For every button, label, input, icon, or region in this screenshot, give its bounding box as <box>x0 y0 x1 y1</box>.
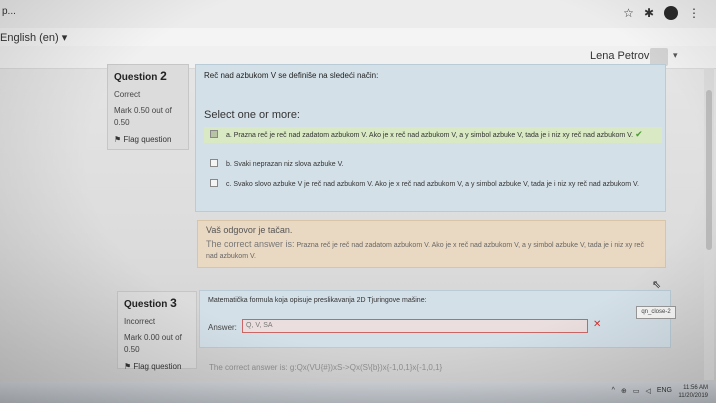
browser-tab-fragment[interactable]: p... <box>2 6 16 17</box>
question3-mark: Mark 0.00 out of 0.50 <box>124 333 182 354</box>
question2-info: Question 2 Correct Mark 0.50 out of 0.50 … <box>107 64 189 150</box>
question2-title: Question 2 <box>114 69 167 83</box>
option-c-text: Svako slovo azbuke V je reč nad azbukom … <box>233 181 639 188</box>
option-b-text: Svaki neprazan niz slova azbuke V. <box>233 161 344 168</box>
flag-icon: ⚑ <box>114 135 122 144</box>
option-b-checkbox[interactable] <box>210 159 218 167</box>
question2-prompt: Select one or more: <box>204 109 300 121</box>
browser-icons: ☆ ✱ ⋮ <box>623 6 700 20</box>
question3-info: Question 3 Incorrect Mark 0.00 out of 0.5… <box>117 291 197 371</box>
taskbar: ^ ⊕ ▭ ◁ ENG 11:56 AM 11/20/2019 <box>0 382 716 403</box>
question2-feedback: Vaš odgovor je tačan. The correct answer… <box>197 220 666 268</box>
answer-input[interactable]: Q, V, SA <box>242 319 588 333</box>
tray-arrow-icon[interactable]: ^ <box>612 387 615 395</box>
clock-date: 11/20/2019 <box>678 393 708 399</box>
site-navbar: English (en) ▾ <box>0 28 716 47</box>
checkmark-icon: ✔ <box>635 129 643 139</box>
network-icon[interactable]: ⊕ <box>621 387 627 395</box>
browser-toolbar: p... ☆ ✱ ⋮ <box>0 0 716 29</box>
extension-icon[interactable]: ✱ <box>644 6 654 20</box>
language-indicator[interactable]: ENG <box>657 387 672 395</box>
clock[interactable]: 11:56 AM 11/20/2019 <box>678 384 708 400</box>
answer-label: Answer: <box>208 323 237 332</box>
user-menu-chevron-icon[interactable]: ▾ <box>673 50 678 61</box>
correct-answer: The correct answer is: Prazna reč je reč… <box>206 239 644 260</box>
star-icon[interactable]: ☆ <box>623 6 634 20</box>
flag-icon: ⚑ <box>124 362 132 371</box>
profile-icon[interactable] <box>664 6 678 20</box>
volume-icon[interactable]: ◁ <box>645 387 650 395</box>
option-b[interactable]: b. Svaki neprazan niz slova azbuke V. <box>204 159 660 170</box>
question3-flag[interactable]: ⚑ Flag question <box>124 362 190 371</box>
question3-title: Question 3 <box>124 296 177 310</box>
option-c[interactable]: c. Svako slovo azbuke V je reč nad azbuk… <box>204 179 660 190</box>
incorrect-icon: ✕ <box>593 319 602 330</box>
question2-text: Reč nad azbukom V se definiše na sledeći… <box>204 71 379 80</box>
language-label: English (en) <box>0 32 59 44</box>
system-tray: ^ ⊕ ▭ ◁ ENG <box>612 387 672 395</box>
chevron-down-icon: ▾ <box>61 32 68 44</box>
screen: p... ☆ ✱ ⋮ English (en) ▾ Lena Petrovic … <box>0 0 716 403</box>
question3-correct-answer: The correct answer is: g:Qx(VU{#})xS->Qx… <box>209 363 443 372</box>
question2-state: Correct <box>114 90 141 99</box>
feedback-text: Vaš odgovor je tačan. <box>206 225 293 235</box>
clock-time: 11:56 AM <box>683 385 708 391</box>
scrollbar-thumb[interactable] <box>706 90 712 250</box>
question3-content: Matematička formula koja opisuje preslik… <box>199 290 671 348</box>
tooltip: qn_close-2 <box>636 306 676 319</box>
option-a-text: Prazna reč je reč nad zadatom azbukom V.… <box>233 132 634 139</box>
question3-text: Matematička formula koja opisuje preslik… <box>208 297 427 304</box>
cursor-icon: ⇖ <box>652 279 662 291</box>
question3-state: Incorrect <box>124 317 156 326</box>
option-c-checkbox[interactable] <box>210 179 218 187</box>
question2-mark: Mark 0.50 out of 0.50 <box>114 106 172 127</box>
option-a-checkbox[interactable] <box>210 130 218 138</box>
question2-flag[interactable]: ⚑ Flag question <box>114 135 182 144</box>
option-a[interactable]: a. Prazna reč je reč nad zadatom azbukom… <box>204 127 662 143</box>
language-menu[interactable]: English (en) ▾ <box>0 31 67 44</box>
menu-icon[interactable]: ⋮ <box>688 6 700 20</box>
question2-content: Reč nad azbukom V se definiše na sledeći… <box>195 64 666 212</box>
user-name[interactable]: Lena Petrovic <box>590 50 657 62</box>
battery-icon[interactable]: ▭ <box>633 387 640 395</box>
